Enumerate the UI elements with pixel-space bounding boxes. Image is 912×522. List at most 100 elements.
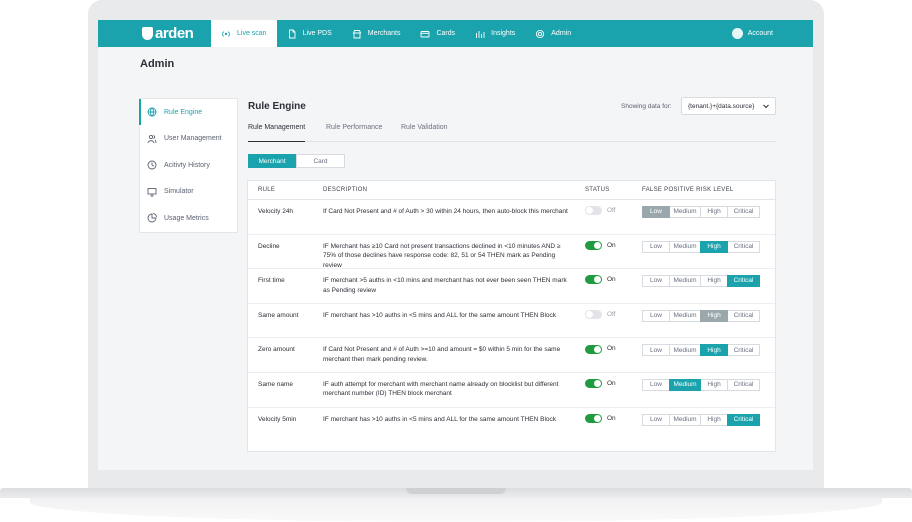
risk-option-medium[interactable]: Medium — [669, 240, 701, 253]
table-body: Velocity 24h If Card Not Present and # of… — [248, 200, 775, 442]
rule-name: Same amount — [258, 311, 299, 319]
nav-item-cards[interactable]: Cards — [410, 20, 465, 47]
status-toggle[interactable] — [585, 275, 602, 285]
table-row: Same amount IF merchant has >10 auths in … — [248, 304, 775, 339]
rule-status: Off — [585, 310, 616, 320]
risk-option-critical[interactable]: Critical — [727, 240, 760, 253]
column-header: FALSE POSITIVE RISK LEVEL — [642, 187, 734, 193]
risk-level-selector: Low Medium High Critical — [642, 275, 760, 288]
tab-rule-management[interactable]: Rule Management — [248, 124, 306, 142]
data-source-select[interactable]: {tenant.}+{data.source} — [681, 97, 776, 115]
nav-item-merchants[interactable]: Merchants — [342, 20, 411, 47]
segment-merchant[interactable]: Merchant — [248, 154, 296, 168]
status-toggle[interactable] — [585, 413, 602, 423]
tab-rule-validation[interactable]: Rule Validation — [401, 124, 448, 142]
nav-item-label: Insights — [491, 30, 516, 37]
table-row: Velocity 5min IF merchant has >10 auths i… — [248, 408, 775, 443]
nav-item-admin[interactable]: Admin — [525, 20, 581, 47]
status-toggle[interactable] — [585, 206, 602, 216]
sidebar-item-acitivty-history[interactable]: Acitivty History — [140, 152, 237, 179]
sidebar-item-label: Simulator — [164, 188, 194, 196]
risk-option-high[interactable]: High — [700, 413, 728, 426]
sidebar-item-usage-metrics[interactable]: Usage Metrics — [140, 205, 237, 232]
table-row: Zero amount If Card Not Present and # of … — [248, 338, 775, 373]
sidebar-item-user-management[interactable]: User Management — [140, 126, 237, 153]
status-toggle[interactable] — [585, 344, 602, 354]
rule-name: Velocity 5min — [258, 415, 297, 423]
nav-item-label: Cards — [436, 30, 456, 37]
risk-option-critical[interactable]: Critical — [727, 344, 760, 357]
risk-option-critical[interactable]: Critical — [727, 309, 760, 322]
status-text: On — [607, 241, 616, 249]
risk-option-low[interactable]: Low — [642, 344, 670, 357]
risk-option-medium[interactable]: Medium — [669, 275, 701, 288]
rule-name: Decline — [258, 242, 280, 250]
account-menu[interactable]: Account — [731, 20, 773, 47]
showing-data-label: Showing data for: — [621, 103, 672, 110]
risk-option-high[interactable]: High — [700, 240, 728, 253]
column-header: RULE — [258, 187, 276, 193]
risk-option-high[interactable]: High — [700, 206, 728, 218]
table-row: Decline IF Merchant has ≥10 Card not pres… — [248, 235, 775, 270]
globe-icon — [147, 107, 157, 117]
rule-name: Same name — [258, 380, 294, 388]
risk-option-high[interactable]: High — [700, 309, 728, 322]
status-toggle[interactable] — [585, 310, 602, 320]
rule-status: On — [585, 413, 616, 424]
risk-option-high[interactable]: High — [700, 378, 728, 391]
nav-item-insights[interactable]: Insights — [465, 20, 525, 47]
top-nav: arden Live scan Live PDS Merchants Cards Ins… — [98, 20, 813, 47]
risk-option-low[interactable]: Low — [642, 413, 670, 426]
nav-items: Live scan Live PDS Merchants Cards Insights A… — [211, 20, 581, 47]
document-icon — [288, 29, 296, 38]
risk-option-medium[interactable]: Medium — [669, 413, 701, 426]
risk-option-critical[interactable]: Critical — [727, 206, 760, 218]
rule-name: Velocity 24h — [258, 208, 294, 215]
risk-option-medium[interactable]: Medium — [669, 206, 701, 218]
table-row: First time IF merchant >5 auths in <10 mi… — [248, 269, 775, 304]
risk-option-critical[interactable]: Critical — [727, 413, 760, 426]
risk-option-high[interactable]: High — [700, 275, 728, 288]
sidebar-item-simulator[interactable]: Simulator — [140, 179, 237, 206]
tab-rule-performance[interactable]: Rule Performance — [326, 124, 382, 142]
segment-card[interactable]: Card — [296, 154, 345, 168]
gear-icon — [536, 29, 545, 38]
risk-option-medium[interactable]: Medium — [669, 309, 701, 322]
brand-logo[interactable]: arden — [142, 25, 194, 42]
risk-option-high[interactable]: High — [700, 344, 728, 357]
risk-option-medium[interactable]: Medium — [669, 344, 701, 357]
rule-name: Zero amount — [258, 346, 295, 354]
toggle-knob — [594, 241, 601, 249]
sidebar-item-rule-engine[interactable]: Rule Engine — [139, 99, 237, 126]
nav-item-live-pds[interactable]: Live PDS — [277, 20, 342, 47]
status-toggle[interactable] — [585, 379, 602, 389]
avatar — [731, 28, 743, 39]
rules-table: RULE DESCRIPTION STATUS FALSE POSITIVE RISK… — [247, 180, 776, 452]
rule-status: On — [585, 240, 616, 251]
risk-level-selector: Low Medium High Critical — [642, 240, 760, 253]
risk-option-low[interactable]: Low — [642, 309, 670, 322]
pie-chart-icon — [147, 213, 157, 223]
nav-item-label: Admin — [551, 30, 572, 37]
monitor-icon — [147, 187, 157, 197]
rule-status: On — [585, 344, 616, 354]
rule-description: If Card Not Present and # of Auth >=10 a… — [323, 346, 561, 363]
risk-option-critical[interactable]: Critical — [727, 378, 760, 391]
nav-item-label: Merchants — [367, 30, 401, 37]
nav-item-live-scan[interactable]: Live scan — [211, 20, 277, 47]
risk-option-low[interactable]: Low — [642, 206, 670, 218]
sidebar-item-label: Usage Metrics — [164, 214, 209, 222]
toggle-knob — [594, 345, 601, 353]
toggle-knob — [594, 276, 601, 284]
status-toggle[interactable] — [585, 240, 602, 250]
status-text: On — [607, 345, 616, 353]
status-text: Off — [607, 310, 616, 318]
risk-option-medium[interactable]: Medium — [669, 378, 701, 391]
risk-option-critical[interactable]: Critical — [727, 275, 760, 288]
risk-option-low[interactable]: Low — [642, 378, 670, 391]
risk-option-low[interactable]: Low — [642, 240, 670, 253]
risk-option-low[interactable]: Low — [642, 275, 670, 288]
sidebar-item-label: Acitivty History — [164, 161, 210, 169]
rule-description: If Card Not Present and # of Auth > 30 w… — [323, 208, 568, 215]
rule-description: IF Merchant has ≥10 Card not present tra… — [323, 242, 561, 269]
